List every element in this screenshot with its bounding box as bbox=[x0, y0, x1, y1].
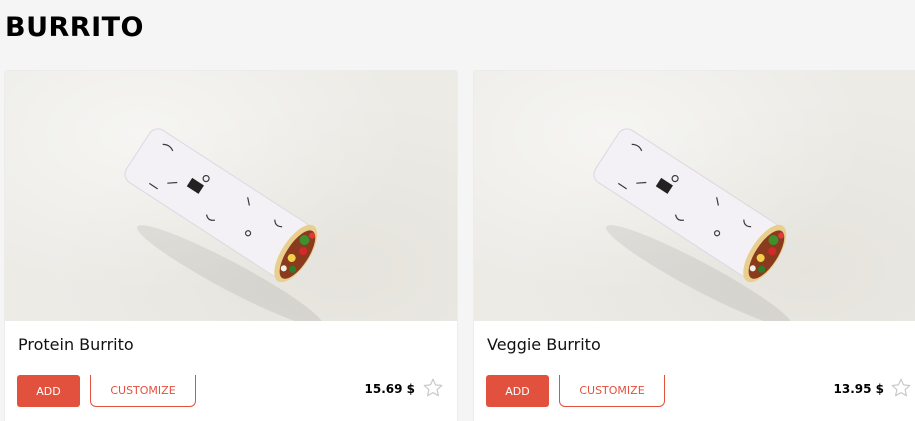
product-price: 13.95 $ bbox=[833, 382, 884, 396]
product-card[interactable]: Veggie Burrito ADD CUSTOMIZE 13.95 $ bbox=[473, 70, 915, 421]
product-image[interactable] bbox=[5, 71, 457, 321]
section-title: BURRITO bbox=[5, 12, 145, 43]
product-name: Veggie Burrito bbox=[487, 335, 601, 354]
burrito-illustration bbox=[593, 128, 792, 321]
product-card[interactable]: Protein Burrito ADD CUSTOMIZE 15.69 $ bbox=[4, 70, 458, 421]
product-image[interactable] bbox=[474, 71, 915, 321]
star-outline-icon[interactable] bbox=[422, 377, 444, 399]
product-price: 15.69 $ bbox=[364, 382, 415, 396]
star-outline-icon[interactable] bbox=[890, 377, 912, 399]
customize-button[interactable]: CUSTOMIZE bbox=[90, 375, 196, 407]
burrito-illustration bbox=[124, 128, 323, 321]
add-button[interactable]: ADD bbox=[17, 375, 80, 407]
add-button[interactable]: ADD bbox=[486, 375, 549, 407]
product-name: Protein Burrito bbox=[18, 335, 134, 354]
customize-button[interactable]: CUSTOMIZE bbox=[559, 375, 665, 407]
